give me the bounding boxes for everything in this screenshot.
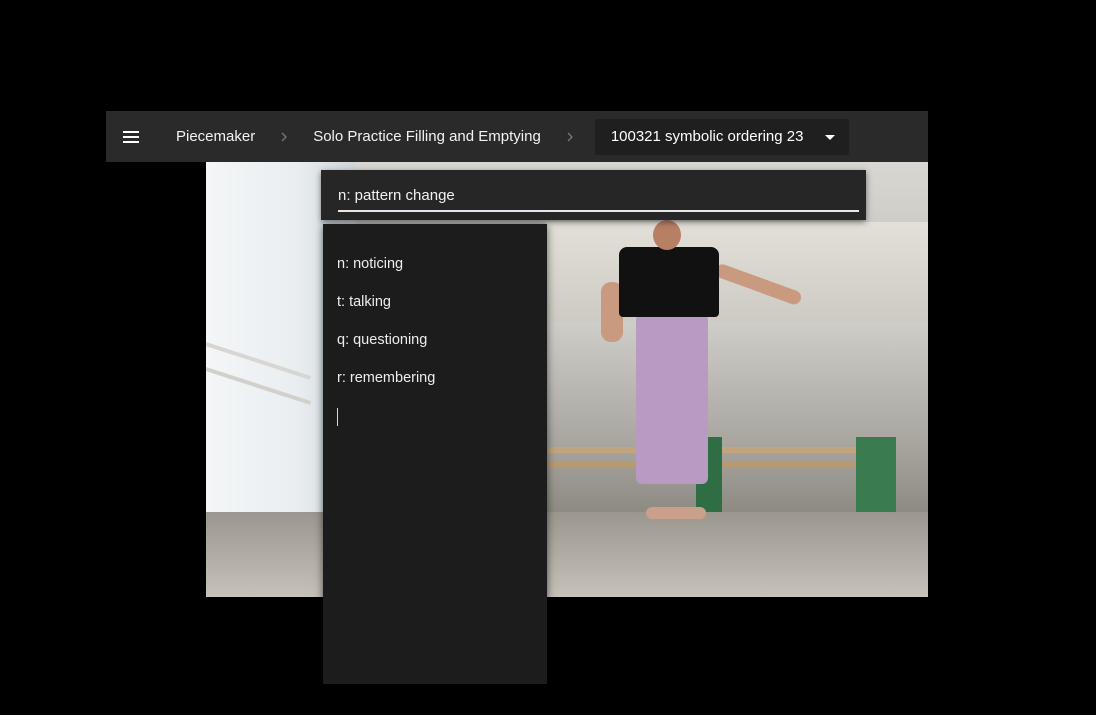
video-select-dropdown[interactable]: 100321 symbolic ordering 23 bbox=[594, 118, 850, 155]
top-bar: Piecemaker Solo Practice Filling and Emp… bbox=[106, 111, 928, 162]
app-root: Piecemaker Solo Practice Filling and Emp… bbox=[0, 0, 1096, 715]
breadcrumb-project[interactable]: Solo Practice Filling and Emptying bbox=[309, 128, 545, 145]
annotation-input[interactable] bbox=[338, 182, 848, 208]
input-underline bbox=[338, 210, 859, 212]
screen: Piecemaker Solo Practice Filling and Emp… bbox=[0, 0, 1096, 715]
chevron-right-icon bbox=[545, 132, 595, 142]
hamburger-menu-icon bbox=[123, 130, 139, 143]
video-frame-dancer-torso bbox=[619, 247, 719, 317]
video-player[interactable] bbox=[206, 162, 928, 597]
chevron-right-icon bbox=[259, 132, 309, 142]
video-title: 100321 symbolic ordering 23 bbox=[610, 128, 804, 145]
video-frame-floor bbox=[206, 512, 928, 597]
video-frame-door bbox=[856, 437, 896, 522]
video-frame-dancer-head bbox=[653, 220, 681, 250]
suggestions-list: n: noticing t: talking q: questioning r:… bbox=[323, 224, 547, 684]
video-frame-dancer-legs bbox=[636, 314, 708, 484]
suggestion-item[interactable]: t: talking bbox=[323, 288, 547, 326]
suggestion-item[interactable]: r: remembering bbox=[323, 364, 547, 402]
breadcrumb-app[interactable]: Piecemaker bbox=[172, 128, 259, 145]
suggestion-item[interactable]: n: noticing bbox=[323, 250, 547, 288]
annotation-input-box bbox=[321, 170, 866, 220]
menu-button[interactable] bbox=[106, 111, 156, 162]
text-cursor bbox=[337, 408, 338, 426]
suggestion-item[interactable]: q: questioning bbox=[323, 326, 547, 364]
caret-down-icon bbox=[825, 128, 836, 145]
video-frame-dancer-feet bbox=[646, 507, 706, 519]
